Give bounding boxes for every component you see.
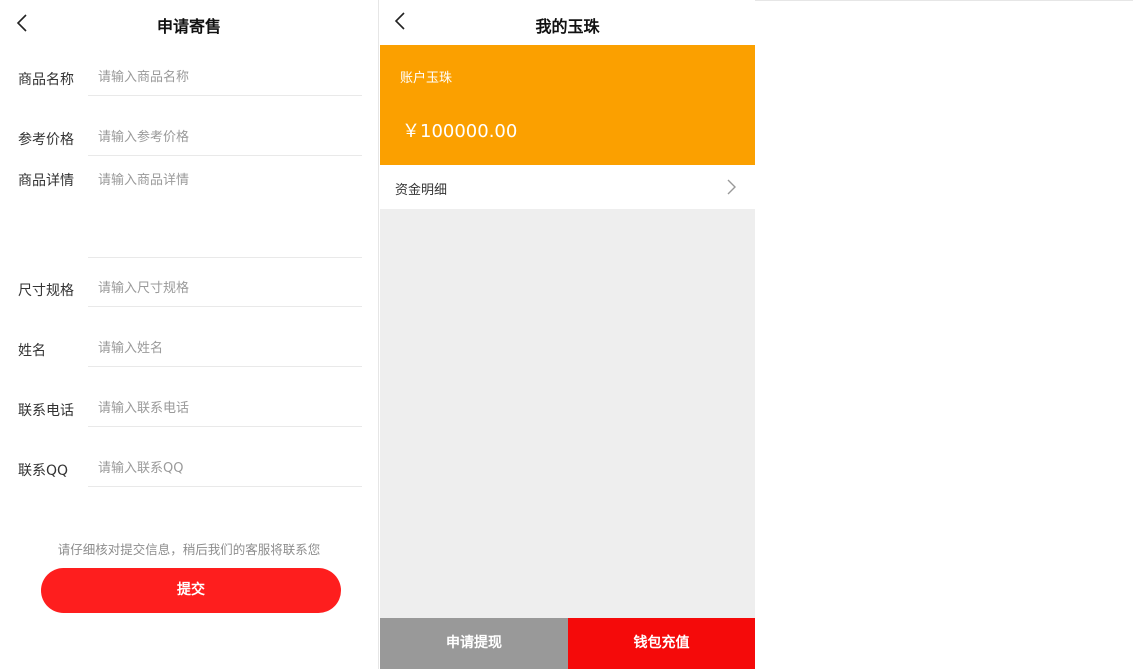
account-label: 账户玉珠	[400, 71, 453, 86]
balance-amount: ￥100000.00	[402, 121, 518, 142]
name-label: 姓名	[18, 343, 46, 359]
top-divider	[755, 0, 1133, 1]
wallet-panel: 我的玉珠 账户玉珠 ￥100000.00 资金明细 申请提现 钱包充值	[380, 0, 755, 669]
divider	[88, 426, 362, 427]
product-detail-textarea[interactable]	[88, 169, 362, 249]
wallet-header: 我的玉珠	[380, 0, 755, 45]
chevron-right-icon	[725, 178, 737, 196]
consign-header: 申请寄售	[0, 0, 378, 45]
qq-input[interactable]	[88, 458, 362, 478]
divider	[88, 366, 362, 367]
recharge-button[interactable]: 钱包充值	[568, 618, 755, 669]
balance-card: 账户玉珠 ￥100000.00	[380, 45, 755, 165]
phone-label: 联系电话	[18, 403, 74, 419]
size-spec-label: 尺寸规格	[18, 283, 74, 299]
name-input[interactable]	[88, 338, 362, 358]
submit-button[interactable]: 提交	[41, 568, 341, 613]
divider	[88, 155, 362, 156]
divider	[88, 257, 362, 258]
size-spec-input[interactable]	[88, 278, 362, 298]
divider	[88, 306, 362, 307]
withdraw-button[interactable]: 申请提现	[380, 618, 568, 669]
page-title: 我的玉珠	[535, 17, 600, 36]
consign-panel: 申请寄售 商品名称 参考价格 商品详情 尺寸规格 姓名 联系电话 联系QQ 请仔…	[0, 0, 379, 669]
qq-label: 联系QQ	[18, 463, 69, 479]
reference-price-label: 参考价格	[18, 132, 74, 148]
page-title: 申请寄售	[156, 17, 221, 36]
divider	[88, 95, 362, 96]
fund-detail-label: 资金明细	[395, 183, 448, 198]
phone-input[interactable]	[88, 398, 362, 418]
product-name-label: 商品名称	[18, 72, 74, 88]
product-detail-label: 商品详情	[18, 173, 74, 189]
product-name-input[interactable]	[88, 67, 362, 87]
divider	[88, 486, 362, 487]
fund-detail-row[interactable]: 资金明细	[380, 165, 755, 209]
reference-price-input[interactable]	[88, 127, 362, 147]
notice-text: 请仔细核对提交信息，稍后我们的客服将联系您	[57, 542, 321, 557]
